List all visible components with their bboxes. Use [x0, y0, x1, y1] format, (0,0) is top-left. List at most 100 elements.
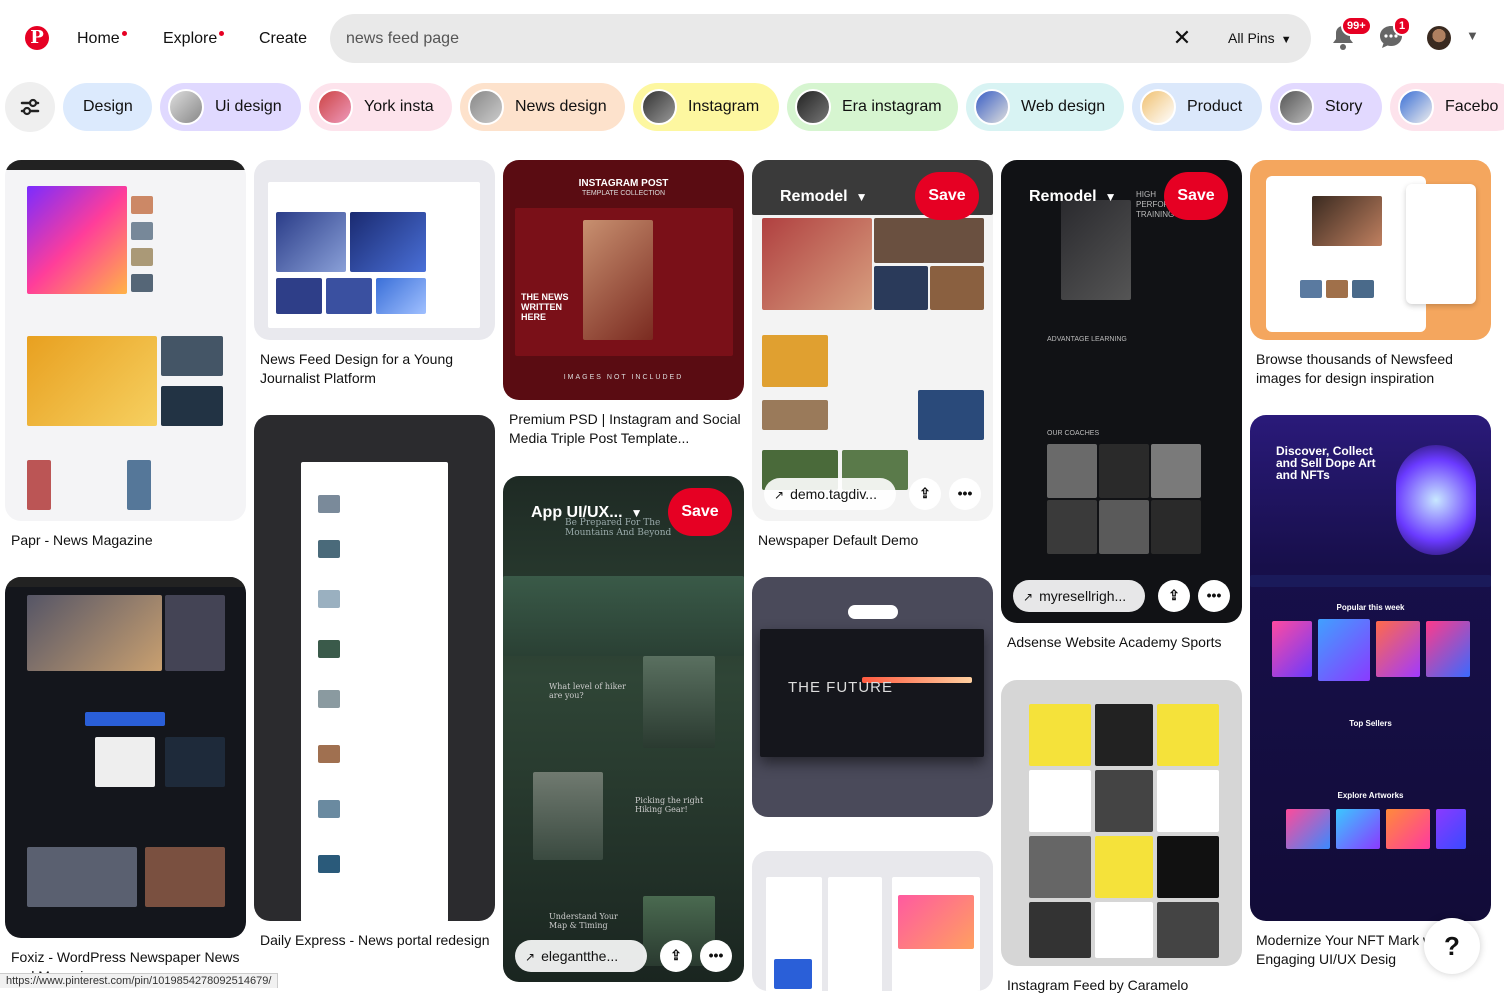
board-selector[interactable]: Remodel ▼ — [780, 188, 867, 206]
search-bar: ✕ All Pins ▼ — [330, 14, 1311, 63]
image-text: TEMPLATE COLLECTION — [581, 190, 666, 197]
pinterest-logo[interactable]: P — [25, 26, 49, 50]
source-link[interactable]: ↗ elegantthe... — [515, 940, 647, 972]
help-button[interactable]: ? — [1424, 918, 1480, 974]
nav-home-label: Home — [77, 30, 120, 47]
chip-label: News design — [515, 98, 607, 115]
nav-explore-label: Explore — [163, 30, 218, 47]
question-mark-icon: ? — [1444, 931, 1460, 961]
share-button[interactable]: ⇪ — [1158, 580, 1190, 612]
search-input[interactable] — [346, 14, 1146, 63]
source-link[interactable]: ↗ demo.tagdiv... — [764, 478, 896, 510]
pin-image: THE FUTURE — [752, 577, 993, 817]
image-text: OUR COACHES — [1047, 430, 1100, 437]
account-chevron-down-icon[interactable]: ▼ — [1466, 28, 1479, 43]
chip-thumbnail — [317, 89, 353, 125]
chip-label: Facebo — [1445, 98, 1499, 115]
pin-image: Discover, Collect and Sell Dope Art and … — [1250, 415, 1491, 921]
notification-dot — [121, 31, 127, 36]
board-name: Remodel — [780, 188, 848, 205]
image-text: THE FUTURE — [788, 679, 893, 696]
source-link[interactable]: ↗ myresellrigh... — [1013, 580, 1145, 612]
chip-design[interactable]: Design — [63, 83, 152, 131]
nav-explore[interactable]: Explore — [163, 30, 225, 48]
chip-label: Era instagram — [842, 98, 942, 115]
chip-thumbnail — [468, 89, 504, 125]
pin-title: Adsense Website Academy Sports — [1007, 634, 1222, 650]
chip-label: Product — [1187, 98, 1243, 115]
chip-facebook[interactable]: Facebo — [1390, 83, 1504, 131]
board-selector[interactable]: App UI/UX... ▼ — [531, 504, 642, 522]
more-options-button[interactable]: ••• — [700, 940, 732, 972]
save-button[interactable]: Save — [915, 172, 979, 220]
chip-news-design[interactable]: News design — [460, 83, 625, 131]
pin-image: Be Prepared For The Mountains And Beyond… — [503, 476, 744, 982]
image-text: ADVANTAGE LEARNING — [1047, 336, 1127, 343]
more-options-button[interactable]: ••• — [949, 478, 981, 510]
chip-era-instagram[interactable]: Era instagram — [787, 83, 958, 131]
chip-thumbnail — [795, 89, 831, 125]
chip-thumbnail — [974, 89, 1010, 125]
chip-thumbnail — [1140, 89, 1176, 125]
chevron-down-icon: ▼ — [1280, 34, 1292, 46]
chip-thumbnail — [1278, 89, 1314, 125]
clear-search-button[interactable]: ✕ — [1170, 26, 1194, 50]
nav-home[interactable]: Home — [77, 30, 127, 48]
share-icon: ⇪ — [1168, 587, 1180, 603]
pin-image: INSTAGRAM POST TEMPLATE COLLECTION THE N… — [503, 160, 744, 400]
image-text: INSTAGRAM POST — [578, 178, 669, 189]
chip-ui-design[interactable]: Ui design — [160, 83, 301, 131]
chip-web-design[interactable]: Web design — [966, 83, 1124, 131]
messages-button[interactable]: 1 — [1378, 16, 1412, 50]
arrow-up-right-icon: ↗ — [525, 950, 536, 964]
more-icon: ••• — [708, 947, 724, 963]
chip-label: Web design — [1021, 98, 1106, 115]
notifications-button[interactable]: 99+ — [1331, 16, 1372, 50]
chip-york-insta[interactable]: York insta — [309, 83, 452, 131]
pin-image — [254, 160, 495, 340]
avatar[interactable] — [1427, 26, 1451, 50]
chip-label: Ui design — [215, 98, 282, 115]
chip-thumbnail — [641, 89, 677, 125]
image-text: THE NEWS WRITTEN HERE — [521, 292, 569, 322]
sliders-icon — [20, 98, 40, 116]
nav-create-label: Create — [259, 30, 308, 47]
share-button[interactable]: ⇪ — [660, 940, 692, 972]
pin-title: Newspaper Default Demo — [758, 532, 919, 548]
top-bar: P Home Explore Create ✕ All Pins▼ 99+ 1 … — [0, 0, 1504, 78]
image-text: Explore Artworks — [1337, 791, 1404, 800]
chip-thumbnail — [1398, 89, 1434, 125]
image-text: Discover, Collect and Sell Dope Art and … — [1276, 444, 1376, 482]
board-name: App UI/UX... — [531, 504, 623, 521]
source-link-label: elegantthe... — [541, 948, 619, 964]
image-text: What level of hiker are you? — [549, 682, 626, 700]
share-icon: ⇪ — [919, 485, 931, 501]
chip-product[interactable]: Product — [1132, 83, 1262, 131]
pin-title: Instagram Feed by Caramelo — [1007, 977, 1189, 993]
pin-image — [752, 851, 993, 991]
chip-story[interactable]: Story — [1270, 83, 1382, 131]
image-text: Picking the right Hiking Gear! — [635, 796, 704, 814]
pin-image — [5, 160, 246, 521]
filter-chips-row: Design Ui design York insta News design … — [0, 82, 1504, 134]
nav-create[interactable]: Create — [259, 30, 307, 48]
pin-title: Daily Express - News portal redesign — [260, 932, 490, 948]
chip-thumbnail — [168, 89, 204, 125]
more-options-button[interactable]: ••• — [1198, 580, 1230, 612]
board-name: Remodel — [1029, 188, 1097, 205]
status-bar-url: https://www.pinterest.com/pin/1019854278… — [0, 973, 279, 988]
share-button[interactable]: ⇪ — [909, 478, 941, 510]
search-scope-label: All Pins — [1228, 30, 1275, 46]
chip-instagram[interactable]: Instagram — [633, 83, 779, 131]
board-selector[interactable]: Remodel ▼ — [1029, 188, 1116, 206]
filter-button[interactable] — [5, 82, 55, 132]
save-button[interactable]: Save — [668, 488, 732, 536]
pin-image: HIGH PERFORMANCE TRAINING ADVANTAGE LEAR… — [1001, 160, 1242, 623]
save-button[interactable]: Save — [1164, 172, 1228, 220]
image-text: IMAGES NOT INCLUDED — [563, 374, 684, 381]
search-scope-dropdown[interactable]: All Pins ▼ — [1228, 30, 1292, 46]
image-text: Understand Your Map & Timing — [549, 912, 618, 930]
source-link-label: demo.tagdiv... — [790, 486, 877, 502]
source-link-label: myresellrigh... — [1039, 588, 1127, 604]
image-text: Top Sellers — [1349, 719, 1392, 728]
